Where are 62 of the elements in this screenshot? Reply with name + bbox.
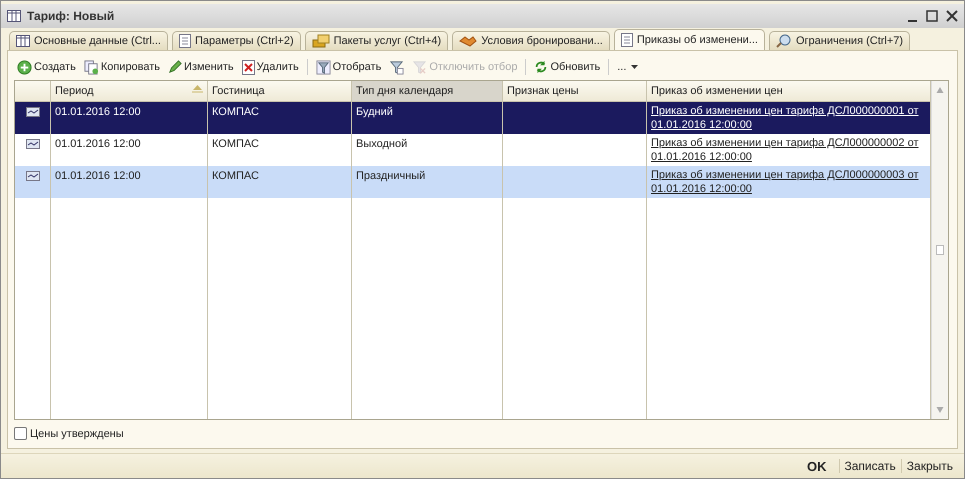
- table-cell: 01.01.2016 12:00: [55, 170, 141, 182]
- column-header[interactable]: Гостиница: [208, 81, 352, 102]
- tab[interactable]: Ограничения (Ctrl+7): [768, 31, 910, 50]
- table-row[interactable]: 01.01.2016 12:00 КОМПАС Праздничный Приказ об изменении цен тарифа ДСЛ000000003 от 01.01.2016 12:00:00: [15, 166, 931, 198]
- checkbox-label: Цены утверждены: [30, 428, 124, 440]
- table-cell: 01.01.2016 12:00: [55, 138, 141, 150]
- grid-icon: [7, 10, 21, 22]
- scrollbar[interactable]: [931, 81, 948, 419]
- table-cell: КОМПАС: [212, 138, 259, 150]
- toolbar-button[interactable]: Удалить: [238, 57, 302, 77]
- tab[interactable]: Пакеты услуг (Ctrl+4): [304, 31, 448, 50]
- maximize-icon[interactable]: [926, 10, 938, 22]
- column-header[interactable]: Признак цены: [503, 81, 647, 102]
- document-icon: [178, 34, 191, 48]
- document-icon: [620, 33, 633, 47]
- tab[interactable]: Основные данные (Ctrl...: [9, 31, 168, 50]
- order-link[interactable]: Приказ об изменении цен тарифа ДСЛ000000002 от 01.01.2016 12:00:00: [651, 136, 926, 164]
- toolbar-button[interactable]: Отобрать: [312, 57, 384, 77]
- record-icon: [26, 107, 40, 117]
- table-cell: Выходной: [356, 138, 408, 150]
- tab[interactable]: Параметры (Ctrl+2): [172, 31, 301, 50]
- dialog-button[interactable]: Записать: [838, 459, 901, 473]
- magnifier-icon: [776, 34, 792, 48]
- pencil-icon: [168, 60, 182, 74]
- toolbar-button[interactable]: Копировать: [80, 57, 164, 77]
- filter-off-icon: [412, 60, 428, 74]
- delete-icon: [242, 60, 255, 74]
- table-cell: КОМПАС: [212, 170, 259, 182]
- filter-icon: [316, 60, 331, 74]
- column-header[interactable]: Тип дня календаря: [352, 81, 503, 102]
- close-icon[interactable]: [946, 10, 958, 22]
- column-header[interactable]: Период: [51, 81, 208, 102]
- table-cell: 01.01.2016 12:00: [55, 106, 141, 118]
- column-header[interactable]: Приказ об изменении цен: [647, 81, 931, 102]
- order-link[interactable]: Приказ об изменении цен тарифа ДСЛ000000003 от 01.01.2016 12:00:00: [651, 168, 926, 196]
- toolbar-button[interactable]: Изменить: [165, 57, 237, 77]
- order-link[interactable]: Приказ об изменении цен тарифа ДСЛ000000001 от 01.01.2016 12:00:00: [651, 104, 926, 132]
- record-icon: [26, 171, 40, 181]
- toolbar-button[interactable]: Создать: [14, 57, 79, 77]
- dialog-button[interactable]: Закрыть: [900, 459, 958, 473]
- table-cell: Будний: [356, 106, 393, 118]
- tab[interactable]: Условия бронировани...: [452, 31, 610, 50]
- dialog-button[interactable]: OK: [802, 458, 838, 474]
- record-icon: [26, 139, 40, 149]
- window-title: Тариф: Новый: [27, 9, 116, 23]
- table-row[interactable]: 01.01.2016 12:00 КОМПАС Будний Приказ об изменении цен тарифа ДСЛ000000001 от 01.01.2016 12:00:00: [15, 102, 931, 134]
- tab[interactable]: Приказы об изменени...: [614, 29, 765, 50]
- copy-icon: [84, 60, 99, 74]
- refresh-icon: [534, 60, 548, 74]
- checkbox[interactable]: [14, 427, 27, 440]
- sort-icon: [192, 85, 203, 93]
- package-icon: [312, 34, 330, 48]
- plus-icon: [17, 60, 32, 74]
- table-cell: Праздничный: [356, 170, 426, 182]
- table-cell: КОМПАС: [212, 106, 259, 118]
- caret-icon: [631, 65, 638, 69]
- grid-icon: [16, 35, 30, 47]
- toolbar-button[interactable]: Обновить: [531, 57, 604, 77]
- filter-icon: [389, 60, 404, 74]
- scroll-handle-icon[interactable]: [936, 245, 944, 255]
- header-corner: [15, 81, 51, 102]
- more-button[interactable]: ...: [614, 57, 642, 77]
